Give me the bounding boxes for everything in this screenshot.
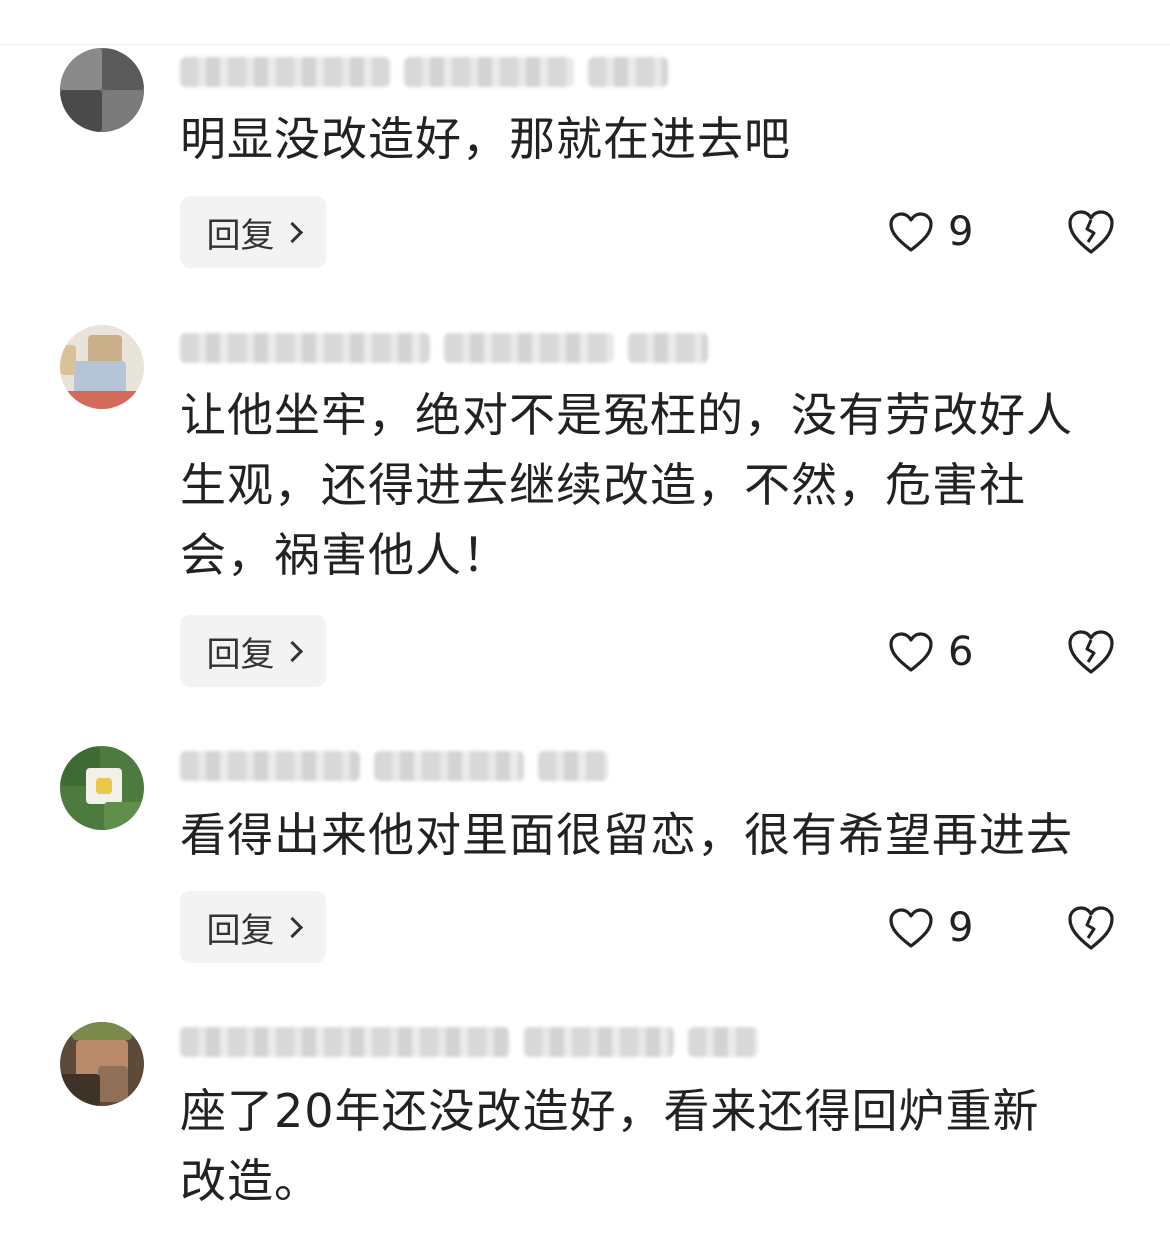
comment-meta-obscured [180,748,608,784]
comment-list-page: 明显没改造好，那就在进去吧 回复 9 让他坐牢，绝对不是冤枉的，没有劳改好人 生… [0,0,1170,1251]
like-count: 9 [948,905,974,951]
reply-button[interactable]: 回复 [180,615,326,687]
reply-button[interactable]: 回复 [180,891,326,963]
comment-text: 座了20年还没改造好，看来还得回炉重新 改造。 [180,1084,1040,1208]
heart-outline-icon [889,632,933,672]
comment-meta-obscured [180,54,668,90]
comment-text: 明显没改造好，那就在进去吧 [180,112,791,166]
avatar[interactable] [60,48,144,132]
chevron-right-icon [281,916,303,938]
avatar[interactable] [60,325,144,409]
like-button[interactable]: 6 [888,628,973,676]
comment-text: 让他坐牢，绝对不是冤枉的，没有劳改好人 生观，还得进去继续改造，不然，危害社 会… [180,388,1073,582]
like-button[interactable]: 9 [888,208,973,256]
avatar[interactable] [60,746,144,830]
broken-heart-icon[interactable] [1066,208,1116,256]
comment-meta-obscured [180,1024,758,1060]
reply-label: 回复 [206,215,275,256]
comment-text: 看得出来他对里面很留恋，很有希望再进去 [180,808,1073,862]
comment-meta-obscured [180,330,708,366]
avatar[interactable] [60,1022,144,1106]
reply-label: 回复 [206,910,275,951]
heart-outline-icon [889,212,933,252]
top-divider [0,44,1170,45]
chevron-right-icon [281,640,303,662]
like-button[interactable]: 9 [888,904,973,952]
like-count: 6 [948,629,974,675]
chevron-right-icon [281,221,303,243]
reply-button[interactable]: 回复 [180,196,326,268]
reply-label: 回复 [206,634,275,675]
like-count: 9 [948,209,974,255]
heart-outline-icon [889,908,933,948]
broken-heart-icon[interactable] [1066,904,1116,952]
broken-heart-icon[interactable] [1066,628,1116,676]
